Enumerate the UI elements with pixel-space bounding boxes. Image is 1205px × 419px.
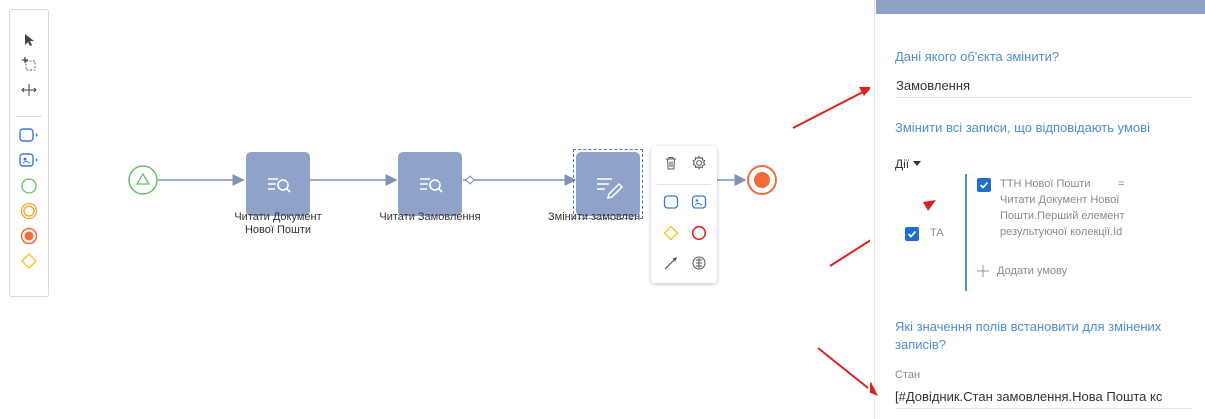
start-event[interactable] [128, 165, 158, 195]
read-data-icon [420, 178, 443, 193]
task-modify-order[interactable] [576, 152, 640, 216]
read-data-icon [268, 178, 291, 193]
connect-arrow-icon[interactable] [660, 252, 682, 274]
context-divider [657, 184, 711, 185]
object-question: Дані якого об'єкта змінити? [895, 49, 1060, 64]
annotation-arrow [829, 239, 870, 267]
task-label: Читати Замовлення [379, 211, 481, 223]
append-end-event-icon[interactable] [688, 222, 710, 244]
panel-header-bar [876, 0, 1205, 14]
delete-icon[interactable] [660, 152, 682, 174]
state-field-underline [895, 408, 1193, 409]
context-pad [651, 146, 717, 283]
annotation-arrow [792, 87, 870, 129]
task-read-document[interactable] [246, 152, 310, 216]
change-type-icon[interactable] [688, 252, 710, 274]
arrowhead [870, 382, 878, 396]
arrowhead [923, 200, 936, 211]
append-gateway-icon[interactable] [660, 222, 682, 244]
annotation-arrowheads [870, 200, 936, 396]
flow-source-diamond [465, 175, 475, 185]
end-event[interactable] [747, 165, 777, 195]
append-subprocess-icon[interactable] [688, 191, 710, 213]
annotation-arrow [817, 347, 869, 389]
modify-data-icon [597, 178, 624, 200]
task-label: Читати Документ Нової Пошти [234, 211, 322, 236]
gear-icon[interactable] [688, 152, 710, 174]
append-task-icon[interactable] [660, 191, 682, 213]
task-read-order[interactable] [398, 152, 462, 216]
task-label: Змінити замовлен [548, 211, 641, 223]
